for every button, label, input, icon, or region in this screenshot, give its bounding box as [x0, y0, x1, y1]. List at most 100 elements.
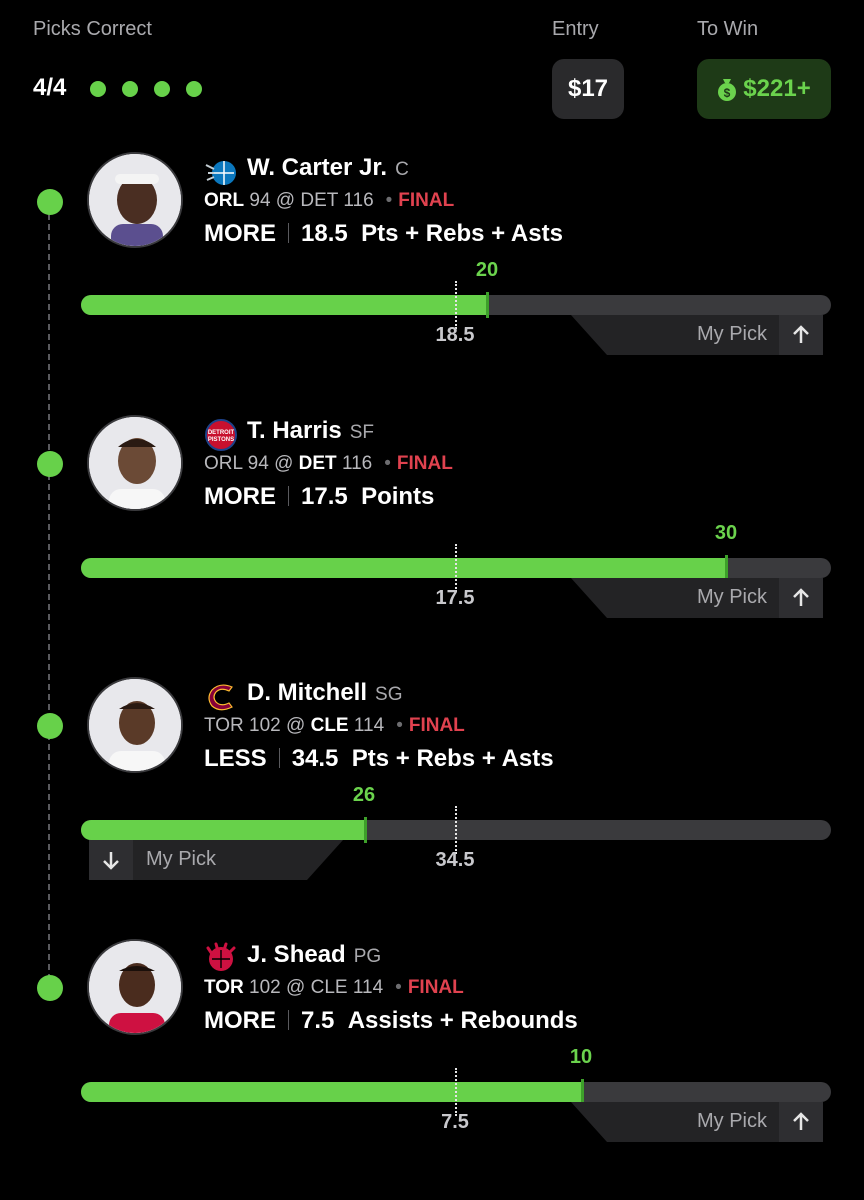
pick-card[interactable]: D. Mitchell SG TOR 102 @ CLE 114 • FINAL LE…	[0, 677, 864, 917]
final-status: FINAL	[396, 453, 453, 474]
pick-stat: Assists + Rebounds	[347, 1007, 578, 1034]
result-value: 20	[475, 259, 499, 281]
progress-track	[81, 281, 831, 329]
result-marker	[486, 292, 489, 318]
pick-stat: Points	[361, 483, 435, 510]
result-marker	[364, 817, 367, 843]
progress-fill	[81, 558, 726, 578]
pick-direction: MORE	[204, 483, 276, 510]
entry-amount-badge: $17	[552, 59, 624, 119]
player-name: W. Carter Jr. C	[247, 154, 409, 182]
home-score: 116	[343, 190, 374, 211]
away-team: ORL	[204, 453, 243, 474]
svg-text:$: $	[724, 86, 731, 100]
my-pick-tag: My Pick	[571, 315, 823, 355]
home-team: DET	[298, 453, 337, 474]
entry-amount: $17	[567, 75, 609, 102]
to-win-badge: $ $221+	[697, 59, 831, 119]
orlando-magic-logo-icon	[205, 161, 236, 185]
home-score: 114	[353, 715, 385, 736]
pick-direction: MORE	[204, 1007, 276, 1034]
result-value: 10	[569, 1046, 593, 1068]
home-team: CLE	[310, 715, 349, 736]
my-pick-label: My Pick	[146, 848, 216, 870]
timeline-dot	[37, 189, 63, 215]
money-bag-icon: $	[718, 79, 737, 101]
pick-stat: Pts + Rebs + Asts	[361, 220, 563, 247]
player-name-text: T. Harris	[247, 417, 342, 444]
away-score: 94	[247, 453, 269, 474]
player-name: T. Harris SF	[247, 417, 374, 445]
pick-card[interactable]: DETROIT PISTONS T. Harris SF ORL 94 @ DET…	[0, 415, 864, 655]
to-win-label: To Win	[697, 18, 759, 40]
to-win-amount: $221+	[743, 75, 811, 102]
arrow-up-icon	[779, 578, 823, 618]
result-marker	[581, 1079, 584, 1105]
pick-line: LESS 34.5 Pts + Rebs + Asts	[204, 745, 554, 773]
detroit-pistons-logo-icon: DETROIT PISTONS	[205, 419, 237, 451]
my-pick-label: My Pick	[697, 586, 767, 608]
pick-dot	[122, 81, 138, 97]
player-name: D. Mitchell SG	[247, 679, 402, 707]
arrow-up-icon	[779, 315, 823, 355]
pick-card[interactable]: W. Carter Jr. C ORL 94 @ DET 116 • FINAL MO…	[0, 152, 864, 392]
game-score: ORL 94 @ DET 116 • FINAL	[204, 453, 453, 474]
timeline-dot	[37, 713, 63, 739]
my-pick-tag: My Pick	[571, 1102, 823, 1142]
home-team: DET	[300, 190, 339, 211]
picks-progress-dots	[90, 81, 202, 97]
pick-dot	[186, 81, 202, 97]
home-team: CLE	[310, 977, 348, 998]
player-avatar	[87, 939, 183, 1035]
final-status: FINAL	[398, 190, 455, 211]
my-pick-tag: My Pick	[89, 840, 343, 880]
home-score: 114	[352, 977, 384, 998]
game-score: ORL 94 @ DET 116 • FINAL	[204, 190, 455, 211]
away-score: 94	[249, 190, 271, 211]
result-value: 30	[714, 522, 738, 544]
progress-track	[81, 1068, 831, 1116]
toronto-raptors-logo-icon	[206, 942, 236, 971]
pick-line: MORE 18.5 Pts + Rebs + Asts	[204, 220, 563, 248]
pick-line-value: 7.5	[301, 1007, 335, 1034]
pick-line: MORE 7.5 Assists + Rebounds	[204, 1007, 578, 1035]
pick-line-value: 17.5	[301, 483, 348, 510]
my-pick-label: My Pick	[697, 323, 767, 345]
final-status: FINAL	[407, 977, 464, 998]
away-team: TOR	[204, 977, 244, 998]
player-avatar	[87, 152, 183, 248]
line-value: 18.5	[435, 324, 475, 346]
progress-track	[81, 544, 831, 592]
cleveland-cavaliers-logo-icon	[208, 684, 233, 711]
player-position: PG	[353, 946, 382, 967]
player-position: SF	[349, 422, 374, 443]
away-team: ORL	[204, 190, 245, 211]
player-name-text: J. Shead	[247, 941, 346, 968]
home-score: 116	[341, 453, 373, 474]
timeline-dot	[37, 975, 63, 1001]
pick-card[interactable]: J. Shead PG TOR 102 @ CLE 114 • FINAL MORE 7…	[0, 939, 864, 1179]
progress-track	[81, 806, 831, 854]
player-position: C	[395, 159, 409, 180]
arrow-down-icon	[89, 840, 133, 880]
pick-line-value: 18.5	[301, 220, 348, 247]
player-name-text: D. Mitchell	[247, 679, 368, 706]
progress-fill	[81, 295, 487, 315]
pick-line: MORE 17.5 Points	[204, 483, 434, 511]
timeline-dot	[37, 451, 63, 477]
player-avatar	[87, 415, 183, 511]
result-marker	[725, 555, 728, 581]
line-marker	[455, 1068, 457, 1116]
pick-direction: LESS	[204, 745, 267, 772]
picks-correct-count: 4/4	[33, 74, 67, 101]
svg-text:PISTONS: PISTONS	[208, 437, 234, 443]
game-score: TOR 102 @ CLE 114 • FINAL	[204, 977, 464, 998]
player-position: SG	[375, 684, 403, 705]
game-score: TOR 102 @ CLE 114 • FINAL	[204, 715, 465, 736]
line-marker	[455, 281, 457, 329]
picks-correct-label: Picks Correct	[33, 18, 152, 40]
line-value: 7.5	[441, 1111, 469, 1133]
progress-fill	[81, 1082, 582, 1102]
entry-label: Entry	[552, 18, 599, 40]
away-score: 102	[249, 977, 281, 998]
